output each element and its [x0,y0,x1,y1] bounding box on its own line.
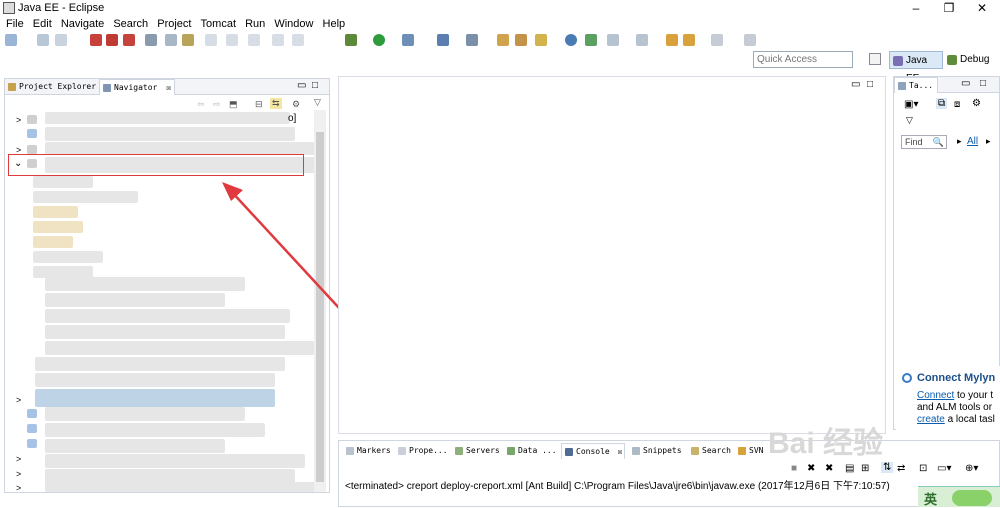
tab-data[interactable]: Data ... [504,443,558,459]
mylyn-line3-text: a local tasl [944,414,995,425]
tab-markers[interactable]: Markers [343,443,393,459]
task-list-icon [898,82,906,90]
editor-area[interactable]: ▭ □ [338,76,886,434]
tab-svn-label: SVN [749,446,764,455]
tab-servers[interactable]: Servers [452,443,502,459]
show-on-output-icon[interactable]: ⇅ [881,462,894,473]
tab-search[interactable]: Search [688,443,734,459]
all-arrow-icon: ▸ [957,136,962,146]
mylyn-line1-text: to your t [954,390,994,401]
ime-language-label: 英 [924,492,938,507]
view-menu-icon[interactable]: ⚙ [972,98,981,109]
search-icon: 🔍 [932,137,944,147]
console-panel: Markers Prope... Servers Data ... Consol… [338,440,1000,507]
terminate-icon[interactable]: ■ [791,463,797,474]
tab-console-label: Console [576,447,610,456]
console-output-line: <terminated> creport deploy-creport.xml … [345,481,890,492]
word-wrap-icon[interactable]: ⇄ [897,463,905,474]
remove-launch-icon[interactable]: ✖ [807,463,815,474]
remove-all-icon[interactable]: ✖ [825,463,833,474]
svn-icon [738,447,746,455]
mylyn-title: Connect Mylyn [917,372,996,384]
pin-console-icon[interactable]: ⊡ [919,463,927,474]
baidu-watermark: Bai 经验 [768,427,884,460]
tab-servers-label: Servers [466,446,500,455]
next-arrow-icon[interactable]: ▸ [986,136,991,147]
tab-snippets-label: Snippets [643,446,682,455]
tab-snippets[interactable]: Snippets [629,443,687,459]
tab-data-label: Data ... [518,446,557,455]
task-tabbar: Ta... ▭ □ [894,77,999,93]
ime-indicator[interactable]: 英 [918,486,1000,507]
info-icon [902,373,912,383]
view-dropdown-icon[interactable]: ▽ [906,115,913,126]
task-find-input[interactable]: Find 🔍 [901,135,947,149]
mylyn-create-link[interactable]: create [917,414,945,425]
categorized-icon[interactable]: ⧈ [954,99,960,110]
minimize-editor-icon[interactable]: ▭ [851,79,860,90]
markers-icon [346,447,354,455]
data-source-icon [507,447,515,455]
all-link[interactable]: All [967,136,978,147]
focus-icon[interactable]: ⧉ [936,98,948,109]
snippets-icon [632,447,640,455]
open-console-icon[interactable]: ⊕▾ [965,463,978,474]
mylyn-line2-text: and ALM tools or [917,402,993,413]
tab-svn[interactable]: SVN [735,443,769,459]
maximize-view-icon[interactable]: □ [980,78,986,89]
search-tab-icon [691,447,699,455]
close-tab-icon[interactable]: ☒ [618,447,623,456]
tab-task-list-label: Ta... [909,81,934,90]
scroll-lock-icon[interactable]: ⊞ [861,463,869,474]
maximize-editor-icon[interactable]: □ [867,79,873,90]
display-console-icon[interactable]: ▭▾ [937,463,951,474]
mylyn-connect-link[interactable]: Connect [917,390,954,401]
ime-mascot-icon [952,490,992,506]
clear-console-icon[interactable]: ▤ [845,463,854,474]
tab-task-list[interactable]: Ta... [894,77,938,93]
tab-markers-label: Markers [357,446,391,455]
tab-properties-label: Prope... [409,446,448,455]
task-find-placeholder: Find [905,137,923,147]
new-task-icon[interactable]: ▣▾ [904,99,918,110]
servers-icon [455,447,463,455]
tab-properties[interactable]: Prope... [395,443,449,459]
tab-console[interactable]: Console ☒ [561,443,625,459]
minimize-view-icon[interactable]: ▭ [961,78,970,89]
console-icon [565,448,573,456]
console-tabbar: Markers Prope... Servers Data ... Consol… [339,441,999,474]
tab-search-label: Search [702,446,731,455]
properties-icon [398,447,406,455]
